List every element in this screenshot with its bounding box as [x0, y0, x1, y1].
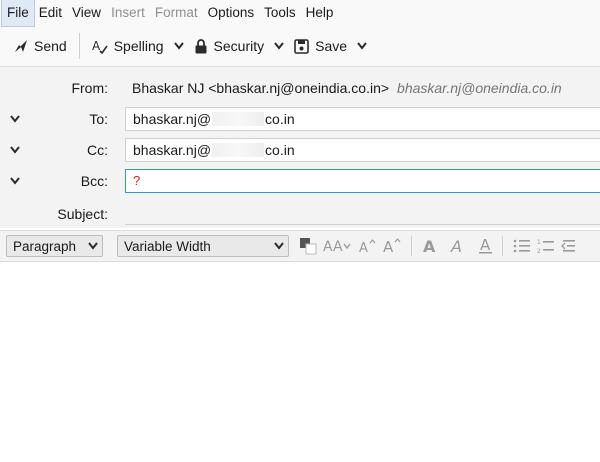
spelling-label: Spelling [113, 38, 164, 54]
cc-row: Cc: bhaskar.nj@ co.in [0, 135, 600, 164]
italic-icon[interactable]: A [450, 235, 466, 257]
to-prefix: bhaskar.nj@ [133, 110, 212, 127]
chevron-down-icon [173, 42, 184, 50]
numbered-list-icon[interactable]: 12 [537, 235, 555, 257]
menu-edit[interactable]: Edit [34, 0, 67, 26]
format-divider [411, 236, 412, 256]
address-header: From: Bhaskar NJ <bhaskar.nj@oneindia.co… [0, 67, 600, 228]
svg-text:A: A [92, 39, 101, 53]
svg-text:A: A [383, 238, 394, 254]
larger-text-icon[interactable]: A [383, 235, 403, 257]
to-label: To: [89, 110, 108, 127]
to-row: To: bhaskar.nj@ co.in [0, 104, 600, 133]
chevron-down-icon [357, 42, 367, 50]
format-divider [502, 236, 503, 256]
chevron-down-icon [274, 42, 284, 50]
cc-label: Cc: [87, 141, 108, 158]
spelling-dropdown[interactable] [170, 32, 188, 60]
chevron-down-icon [10, 176, 20, 185]
security-button[interactable]: Security [188, 32, 271, 60]
save-icon [294, 38, 309, 54]
underline-icon[interactable]: A [478, 235, 494, 257]
security-dropdown[interactable] [270, 32, 288, 60]
subject-label: Subject: [57, 205, 108, 222]
redacted-domain [212, 142, 265, 157]
cc-prefix: bhaskar.nj@ [133, 141, 212, 158]
cc-suffix: co.in [265, 141, 295, 158]
bcc-label: Bcc: [80, 172, 108, 189]
chevron-down-icon [10, 114, 20, 123]
outdent-icon[interactable] [561, 235, 575, 257]
cc-type-dropdown[interactable] [4, 138, 26, 162]
menu-insert[interactable]: Insert [106, 0, 150, 26]
save-dropdown[interactable] [353, 32, 371, 60]
from-label: From: [71, 79, 108, 96]
menu-format[interactable]: Format [150, 0, 203, 26]
chevron-down-icon [274, 242, 284, 250]
bcc-type-dropdown[interactable] [4, 169, 26, 193]
lock-icon [194, 38, 208, 54]
bcc-field[interactable]: ? [125, 168, 600, 193]
subject-row: Subject: [0, 199, 600, 228]
svg-text:A: A [359, 241, 368, 254]
spelling-button[interactable]: A Spelling [86, 32, 170, 60]
to-type-dropdown[interactable] [4, 107, 26, 131]
menu-options[interactable]: Options [203, 0, 260, 26]
from-value: Bhaskar NJ <bhaskar.nj@oneindia.co.in> [132, 79, 390, 96]
send-label: Send [34, 38, 67, 54]
svg-text:A: A [323, 239, 333, 254]
chevron-down-icon [10, 145, 20, 154]
from-row: From: Bhaskar NJ <bhaskar.nj@oneindia.co… [0, 73, 600, 102]
security-label: Security [213, 38, 265, 54]
paragraph-select-value: Paragraph [13, 238, 77, 254]
format-toolbar: Paragraph Variable Width AA A A A A A 12 [0, 230, 600, 262]
menu-bar: File Edit View Insert Format Options Too… [0, 0, 600, 27]
font-select[interactable]: Variable Width [117, 235, 289, 257]
decrease-font-size-icon[interactable]: AA [323, 235, 353, 257]
svg-text:2: 2 [537, 248, 541, 254]
compose-toolbar: Send A Spelling Security Save [0, 26, 600, 67]
svg-text:A: A [450, 238, 462, 254]
save-label: Save [315, 38, 348, 54]
paragraph-select[interactable]: Paragraph [6, 235, 103, 257]
send-button[interactable]: Send [8, 32, 73, 60]
from-identity: bhaskar.nj@oneindia.co.in [397, 79, 562, 96]
svg-text:1: 1 [537, 239, 541, 246]
menu-tools[interactable]: Tools [259, 0, 301, 26]
menu-file[interactable]: File [1, 0, 35, 27]
font-select-value: Variable Width [124, 238, 211, 254]
text-color-icon[interactable] [299, 235, 317, 257]
to-suffix: co.in [265, 110, 295, 127]
to-field[interactable]: bhaskar.nj@ co.in [125, 106, 600, 131]
smaller-text-icon[interactable]: A [359, 235, 377, 257]
chevron-down-icon [88, 242, 98, 250]
menu-help[interactable]: Help [301, 0, 339, 26]
menu-view[interactable]: View [67, 0, 106, 26]
subject-input[interactable] [125, 202, 600, 225]
redacted-domain [212, 111, 265, 126]
bold-icon[interactable]: A [422, 235, 438, 257]
svg-text:A: A [423, 238, 436, 254]
text-caret: ? [133, 173, 141, 188]
send-icon [14, 39, 28, 53]
cc-field[interactable]: bhaskar.nj@ co.in [125, 137, 600, 162]
message-body-editor[interactable] [0, 262, 600, 462]
save-button[interactable]: Save [288, 32, 353, 60]
bcc-row: Bcc: ? [0, 166, 600, 195]
svg-text:A: A [480, 237, 491, 254]
svg-text:A: A [333, 239, 343, 254]
spelling-icon: A [92, 38, 108, 54]
toolbar-divider [78, 33, 80, 59]
from-field[interactable]: Bhaskar NJ <bhaskar.nj@oneindia.co.in> b… [125, 76, 600, 100]
bullet-list-icon[interactable] [513, 235, 531, 257]
